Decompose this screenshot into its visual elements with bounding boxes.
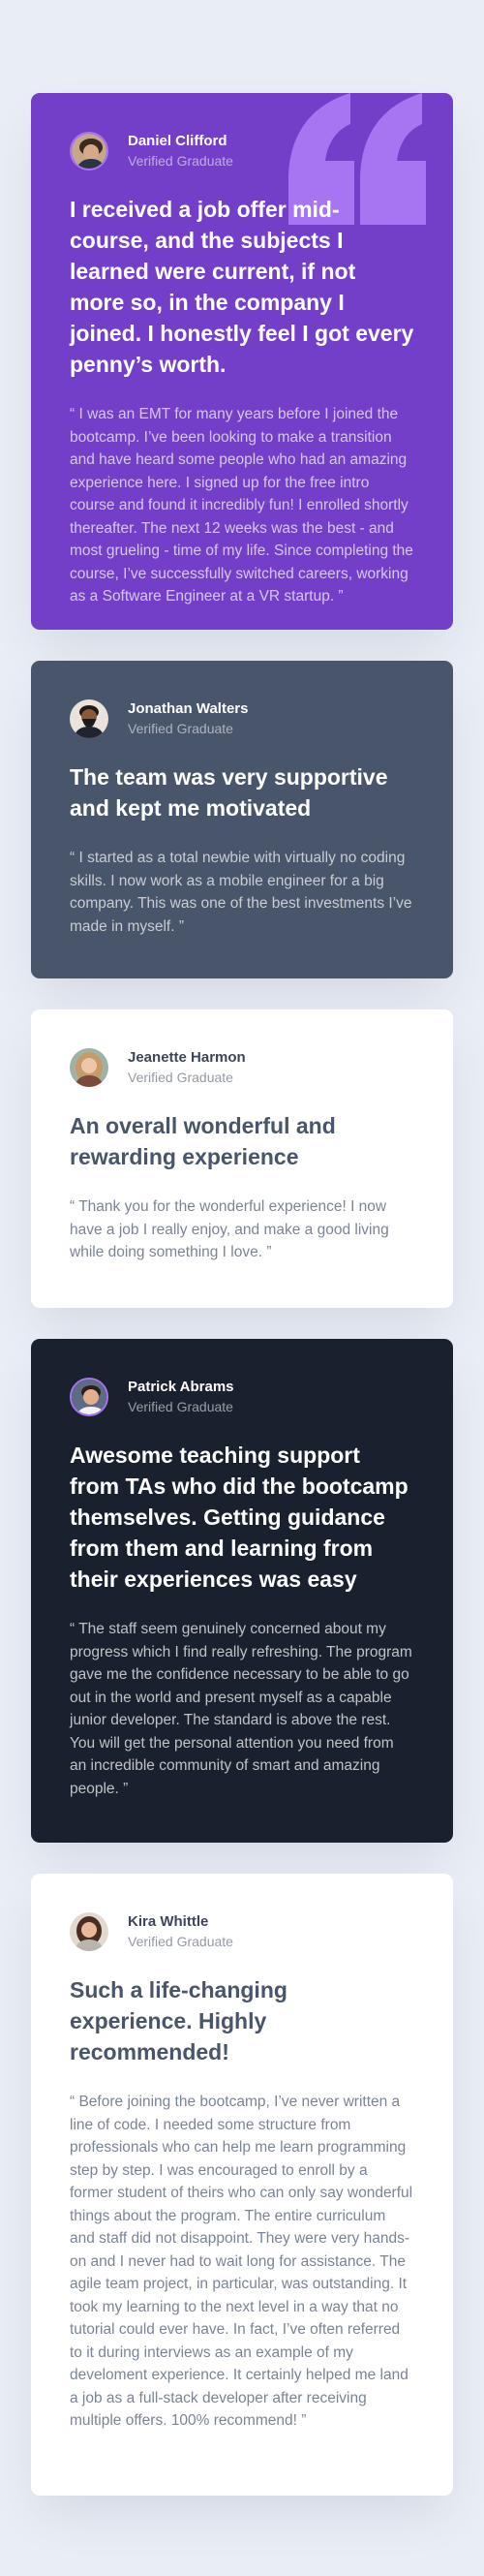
- testimonial-card-kira-whittle: Kira Whittle Verified Graduate Such a li…: [31, 1874, 453, 2496]
- author-role: Verified Graduate: [128, 1070, 233, 1085]
- author-name: Kira Whittle: [128, 1913, 209, 1930]
- testimonial-card-jeanette-harmon: Jeanette Harmon Verified Graduate An ove…: [31, 1009, 453, 1308]
- testimonial-body: “ The staff seem genuinely concerned abo…: [70, 1621, 412, 1797]
- testimonial-headline: I received a job offer mid-course, and t…: [70, 197, 414, 377]
- testimonial-body: “ Thank you for the wonderful experience…: [70, 1198, 389, 1260]
- testimonial-card-patrick-abrams: Patrick Abrams Verified Graduate Awesome…: [31, 1339, 453, 1843]
- testimonial-body: “ I started as a total newbie with virtu…: [70, 850, 412, 935]
- author-name: Jeanette Harmon: [128, 1049, 246, 1066]
- testimonials-grid: Daniel Clifford Verified Graduate I rece…: [0, 0, 484, 2496]
- testimonial-header: Patrick Abrams Verified Graduate: [70, 1378, 414, 1416]
- testimonial-body: “ I was an EMT for many years before I j…: [70, 406, 413, 605]
- avatar: [70, 1912, 108, 1951]
- testimonial-header: Jonathan Walters Verified Graduate: [70, 699, 414, 738]
- testimonial-header: Daniel Clifford Verified Graduate: [70, 132, 414, 171]
- testimonial-card-daniel-clifford: Daniel Clifford Verified Graduate I rece…: [31, 93, 453, 630]
- avatar: [70, 1048, 108, 1087]
- testimonial-headline: Awesome teaching support from TAs who di…: [70, 1443, 408, 1592]
- avatar: [70, 699, 108, 738]
- testimonial-card-jonathan-walters: Jonathan Walters Verified Graduate The t…: [31, 661, 453, 978]
- avatar: [70, 1378, 108, 1416]
- author-name: Daniel Clifford: [128, 133, 227, 149]
- author-role: Verified Graduate: [128, 721, 233, 736]
- testimonial-header: Jeanette Harmon Verified Graduate: [70, 1048, 414, 1087]
- author-name: Jonathan Walters: [128, 700, 249, 717]
- author-role: Verified Graduate: [128, 153, 233, 169]
- testimonial-body: “ Before joining the bootcamp, I’ve neve…: [70, 2094, 413, 2429]
- author-role: Verified Graduate: [128, 1934, 233, 1949]
- testimonial-headline: An overall wonderful and rewarding exper…: [70, 1113, 336, 1169]
- avatar: [70, 132, 108, 171]
- author-name: Patrick Abrams: [128, 1379, 234, 1395]
- testimonial-headline: The team was very supportive and kept me…: [70, 764, 388, 821]
- testimonial-headline: Such a life-changing experience. Highly …: [70, 1977, 287, 2064]
- author-role: Verified Graduate: [128, 1399, 233, 1414]
- testimonial-header: Kira Whittle Verified Graduate: [70, 1912, 414, 1951]
